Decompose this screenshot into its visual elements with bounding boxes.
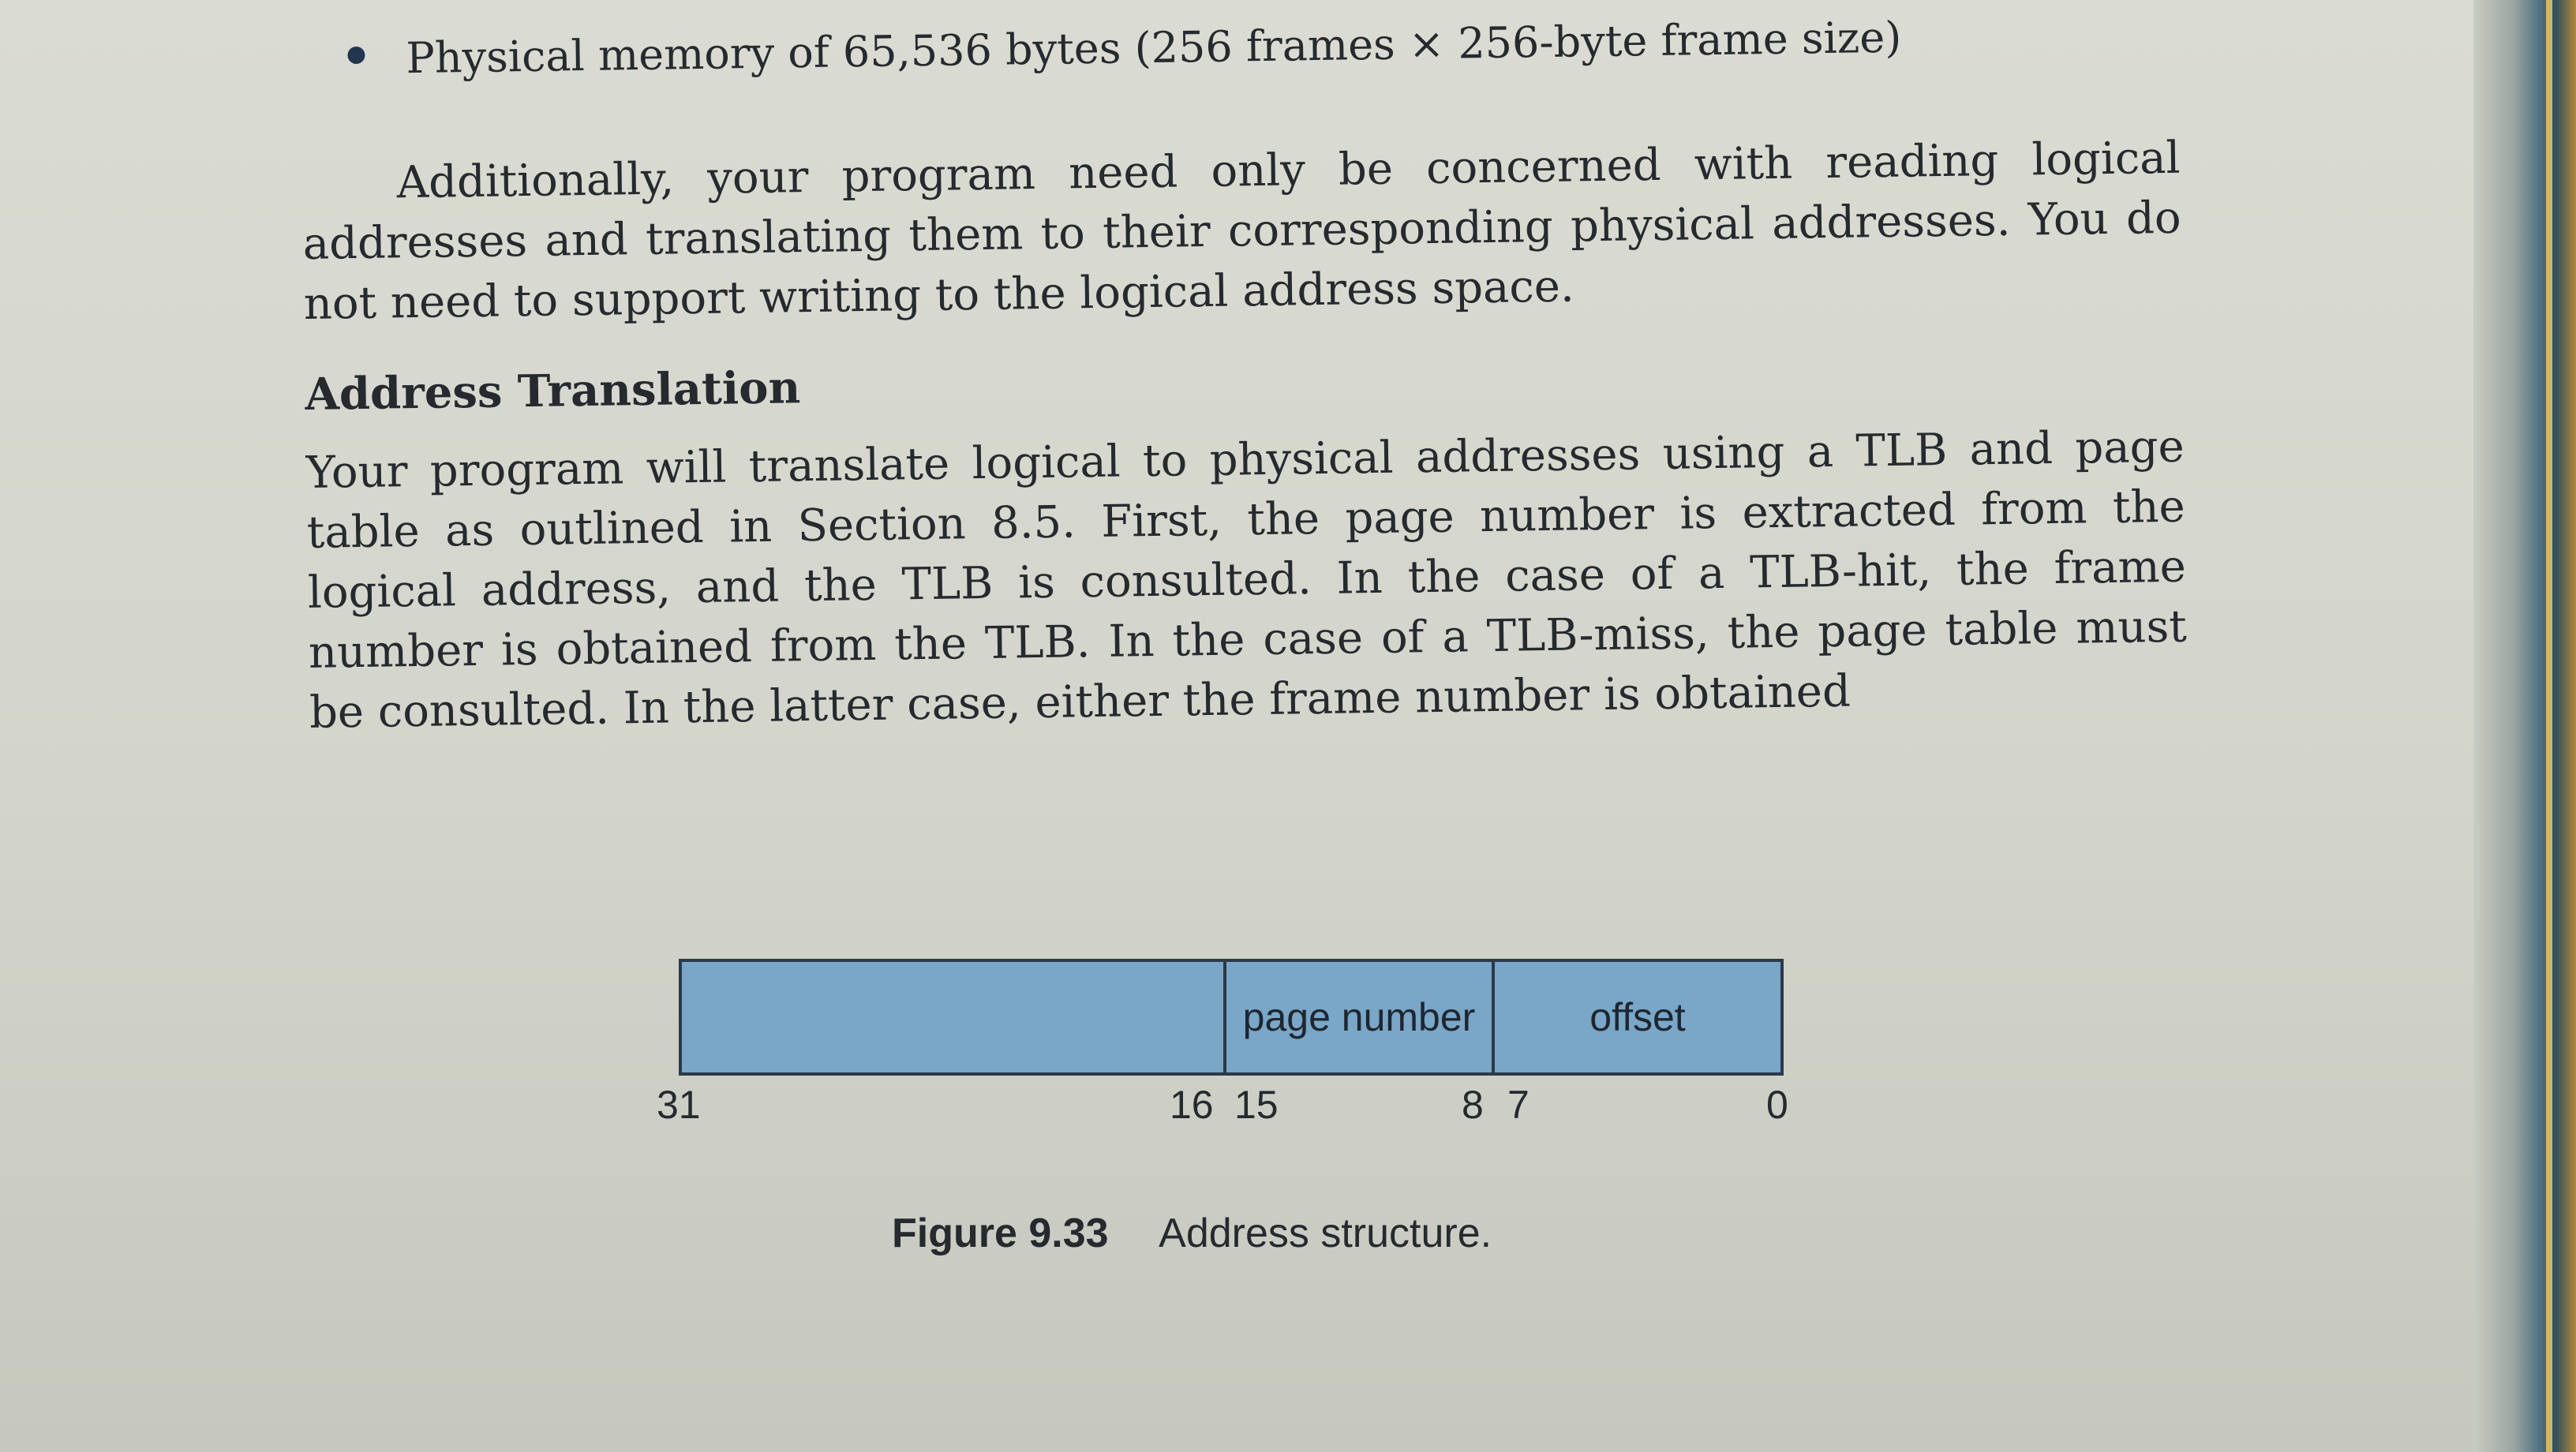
high-bits-segment xyxy=(682,962,1226,1072)
bit-label-16: 16 xyxy=(1170,1083,1214,1127)
paragraph-additionally: Additionally, your program need only be … xyxy=(302,132,2181,330)
book-page: Physical memory of 65,536 bytes (256 fra… xyxy=(0,0,2576,1452)
spine-edge xyxy=(2546,0,2552,1452)
bit-label-15: 15 xyxy=(1234,1083,1279,1127)
bullet-item: Physical memory of 65,536 bytes (256 fra… xyxy=(347,6,2179,88)
bit-label-8: 8 xyxy=(1462,1083,1484,1127)
figure-number: Figure 9.33 xyxy=(892,1211,1109,1256)
bullet-dot-icon xyxy=(347,46,365,65)
section-heading: Address Translation xyxy=(304,361,801,421)
figure-title: Address structure. xyxy=(1159,1211,1492,1256)
address-structure-figure: page number offset 31 16 15 8 7 0 Figure… xyxy=(657,959,1788,1257)
paragraph-translation: Your program will translate logical to p… xyxy=(305,421,2188,739)
book-spine xyxy=(2473,0,2576,1452)
bit-label-0: 0 xyxy=(1766,1083,1788,1127)
address-box: page number offset xyxy=(679,959,1784,1076)
bit-labels: 31 16 15 8 7 0 xyxy=(657,1082,1788,1137)
page-text: Physical memory of 65,536 bytes (256 fra… xyxy=(300,6,2188,743)
figure-caption: Figure 9.33 Address structure. xyxy=(892,1210,1784,1257)
offset-segment: offset xyxy=(1589,995,1686,1039)
bullet-text: Physical memory of 65,536 bytes (256 fra… xyxy=(406,12,1902,84)
bit-label-31: 31 xyxy=(657,1083,701,1127)
bit-label-7: 7 xyxy=(1507,1083,1530,1127)
page-number-segment: page number xyxy=(1226,962,1495,1072)
